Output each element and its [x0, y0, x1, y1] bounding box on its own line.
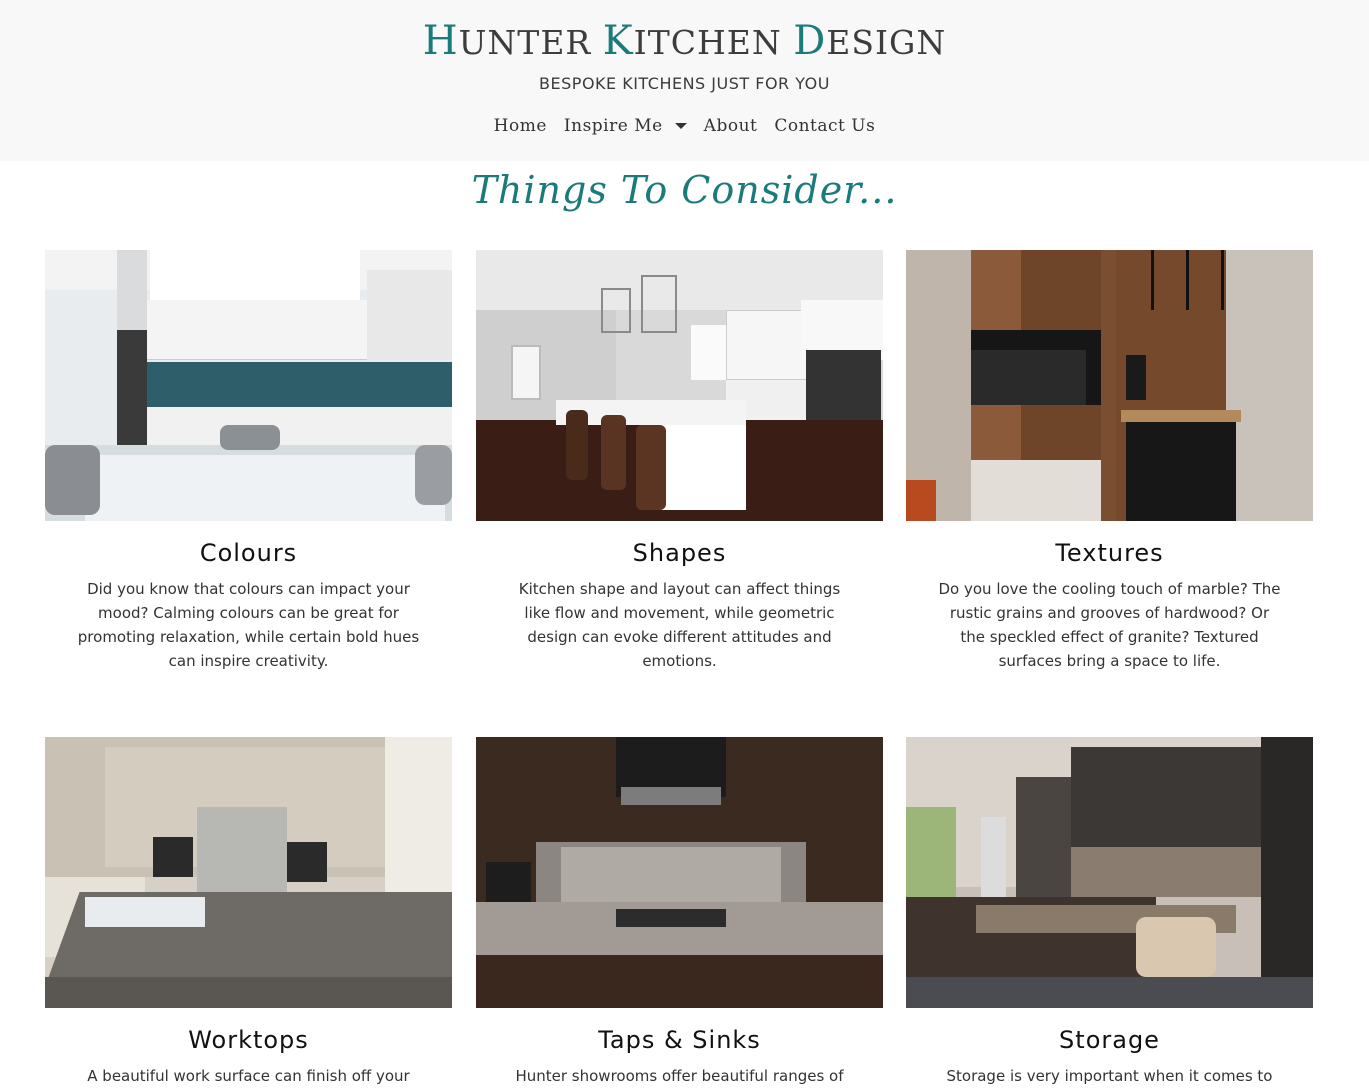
- caret-down-icon: [674, 123, 687, 129]
- section-title: Things To Consider...: [471, 168, 898, 212]
- card-text: Storage is very important when it comes …: [946, 1067, 1273, 1085]
- shapes-kitchen-photo: [476, 250, 883, 521]
- card-title: Colours: [199, 539, 298, 567]
- brand-word-2: KITCHEN: [602, 18, 782, 64]
- card-text: A beautiful work surface can finish off …: [87, 1067, 410, 1085]
- card-title: Textures: [1055, 539, 1164, 567]
- textures-kitchen-photo: [906, 250, 1313, 521]
- nav-inspire-me[interactable]: Inspire Me: [564, 116, 687, 136]
- colours-kitchen-photo: [45, 250, 452, 521]
- card-title: Shapes: [632, 539, 727, 567]
- card-title: Taps & Sinks: [598, 1026, 761, 1054]
- nav-inspire-me-label: Inspire Me: [563, 116, 663, 136]
- card-title: Worktops: [188, 1026, 309, 1054]
- brand-word-1: HUNTER: [422, 18, 592, 64]
- nav-about[interactable]: About: [704, 116, 758, 136]
- card-taps-sinks: Taps & Sinks Hunter showrooms offer beau…: [476, 737, 883, 1088]
- brand-word-3: DESIGN: [793, 18, 947, 64]
- site-header: HUNTER KITCHEN DESIGN BESPOKE KITCHENS J…: [0, 0, 1369, 161]
- card-title: Storage: [1059, 1026, 1160, 1054]
- card-colours: Colours Did you know that colours can im…: [45, 250, 452, 673]
- main-nav: Home Inspire Me About Contact Us: [0, 116, 1369, 136]
- card-text: Hunter showrooms offer beautiful ranges …: [515, 1067, 844, 1085]
- worktops-kitchen-photo: [45, 737, 452, 1008]
- nav-contact-us[interactable]: Contact Us: [774, 116, 875, 136]
- taps-sinks-kitchen-photo: [476, 737, 883, 1008]
- brand-logo[interactable]: HUNTER KITCHEN DESIGN: [0, 18, 1369, 64]
- card-textures: Textures Do you love the cooling touch o…: [906, 250, 1313, 673]
- card-text: Do you love the cooling touch of marble?…: [938, 580, 1281, 670]
- tagline: BESPOKE KITCHENS JUST FOR YOU: [539, 74, 830, 93]
- card-storage: Storage Storage is very important when i…: [906, 737, 1313, 1088]
- card-text: Kitchen shape and layout can affect thin…: [518, 580, 841, 670]
- nav-home[interactable]: Home: [494, 116, 547, 136]
- card-worktops: Worktops A beautiful work surface can fi…: [45, 737, 452, 1088]
- card-shapes: Shapes Kitchen shape and layout can affe…: [476, 250, 883, 673]
- storage-kitchen-photo: [906, 737, 1313, 1008]
- card-text: Did you know that colours can impact you…: [77, 580, 420, 670]
